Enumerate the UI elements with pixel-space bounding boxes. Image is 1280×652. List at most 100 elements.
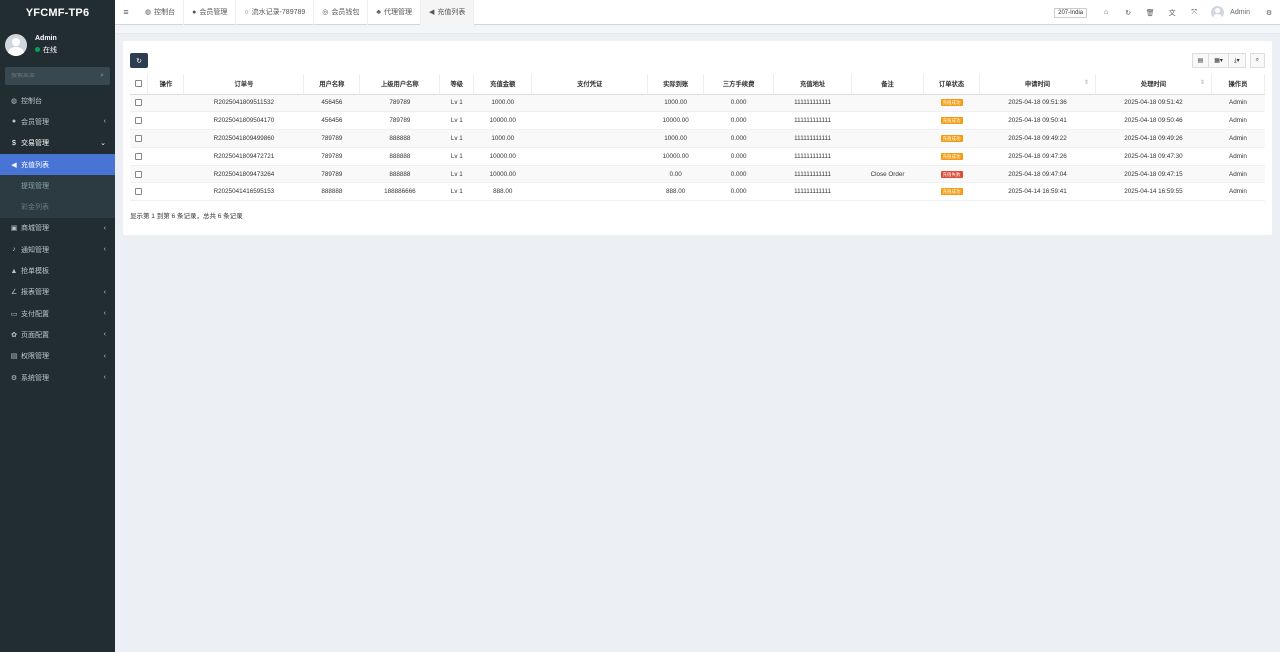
column-header: 订单号 (183, 74, 305, 95)
content-header-strip (115, 25, 1280, 34)
sidebar-item-5[interactable]: 彩金列表 (0, 196, 115, 218)
nav-tab-icon: ● (192, 8, 197, 16)
table-cell: 充值成功 (923, 129, 980, 148)
sidebar-item-label: 交易管理 (21, 140, 49, 148)
table-cell: 2025-04-18 09:47:26 (979, 147, 1096, 166)
sidebar-item-label: 系统管理 (21, 374, 49, 382)
table-cell: 111111111111 (773, 129, 852, 148)
fullscreen-icon[interactable]: ⤧ (1183, 9, 1205, 17)
sidebar-item-0[interactable]: ◍ 控制台 (0, 90, 115, 111)
sidebar-item-icon: ⚙ (10, 374, 18, 382)
table-cell: Admin (1211, 182, 1265, 202)
table-cell: 888888 (303, 182, 360, 202)
nav-tabs: ◍ 控制台 ● 会员管理 ○ 流水记录-789789 ◎ 会员钱包 ♣ 代理管理 ◀ 充值列表 (137, 0, 475, 25)
sidebar-item-label: 商城管理 (21, 225, 49, 233)
app-logo[interactable]: YFCM F-TP6 (0, 0, 115, 25)
column-header[interactable]: 处理时间 (1095, 74, 1212, 95)
table-cell: 2025-04-18 09:51:42 (1095, 94, 1212, 113)
sidebar-item-1[interactable]: ● 会员管理 ‹ (0, 111, 115, 132)
menu-toggle-icon[interactable]: ≡ (115, 7, 137, 17)
sidebar-item-6[interactable]: ▣ 商城管理 ‹ (0, 218, 115, 239)
table-cell: 1000.00 (647, 129, 704, 148)
search-toggle-button[interactable]: ⌕ (1249, 53, 1265, 68)
nav-tab-label: 流水记录-789789 (251, 9, 306, 16)
table-cell: Admin (1211, 129, 1265, 148)
table-cell (147, 94, 184, 113)
nav-tab-4[interactable]: ♣ 代理管理 (368, 0, 421, 25)
row-checkbox[interactable] (135, 188, 143, 196)
sidebar-item-label: 抢单模板 (21, 268, 49, 276)
table-cell: 789789 (303, 147, 360, 166)
table-cell: 0.000 (703, 129, 774, 148)
sidebar-item-3[interactable]: ◀ 充值列表 (0, 153, 115, 176)
table-cell: 10000.00 (647, 147, 704, 166)
refresh-icon[interactable]: ↻ (1117, 9, 1139, 17)
table-cell: 2025-04-18 09:50:41 (979, 111, 1096, 131)
export-button[interactable]: ⤓▾ (1228, 53, 1246, 68)
table-cell: 456456 (303, 111, 360, 131)
user-name: Admin (35, 34, 57, 42)
nav-tab-icon: ◎ (322, 9, 329, 16)
trash-icon[interactable]: 🗑 (1139, 9, 1161, 17)
table-cell: 888888 (359, 147, 440, 166)
table-cell: Lv 1 (439, 147, 474, 166)
status-badge: 充值成功 (940, 134, 963, 142)
top-avatar[interactable] (1211, 6, 1225, 19)
user-status-text: 在线 (43, 46, 57, 54)
sidebar-item-2[interactable]: $ 交易管理 ⌄ (0, 133, 115, 154)
sidebar-item-icon: ▤ (10, 353, 18, 361)
table-cell: 充值失败 (923, 165, 980, 184)
column-header: 操作 (147, 74, 185, 95)
row-checkbox[interactable] (135, 134, 143, 142)
table-cell (147, 182, 184, 202)
table-row: R2025041809504170 456456 789789 Lv 1 10000.0… (130, 111, 1265, 131)
region-selector[interactable]: 207-India (1054, 7, 1088, 18)
table-cell: Lv 1 (439, 182, 474, 202)
table-cell: Lv 1 (439, 94, 474, 113)
sidebar-item-13[interactable]: ⚙ 系统管理 ‹ (0, 367, 115, 388)
row-checkbox[interactable] (135, 152, 143, 160)
table-cell (147, 165, 184, 184)
column-header: 用户名称 (303, 74, 361, 95)
sidebar-item-11[interactable]: ✿ 页面配置 ‹ (0, 324, 115, 345)
home-icon[interactable]: ⌂ (1095, 9, 1117, 16)
table-cell: 充值成功 (923, 147, 980, 166)
sidebar-item-label: 通知管理 (21, 246, 49, 254)
sidebar-item-label: 支付配置 (21, 310, 49, 318)
view-toggle-button[interactable]: ▤ (1191, 53, 1210, 68)
table-row: R2025041416595153 888888 188886666 Lv 1 888.… (130, 182, 1265, 202)
sidebar-item-10[interactable]: ▭ 支付配置 ‹ (0, 303, 115, 324)
sidebar-item-4[interactable]: 提现管理 (0, 175, 115, 197)
status-badge: 充值失败 (940, 170, 963, 178)
sidebar-item-label: 彩金列表 (21, 204, 49, 212)
columns-button[interactable]: ▦▾ (1209, 53, 1229, 68)
table-cell: Close Order (851, 165, 924, 184)
row-checkbox[interactable] (135, 170, 143, 178)
row-checkbox[interactable] (135, 117, 143, 125)
translate-icon[interactable]: 文 (1161, 8, 1183, 18)
nav-tab-label: 充值列表 (437, 9, 466, 16)
nav-tab-3[interactable]: ◎ 会员钱包 (314, 0, 369, 25)
refresh-button[interactable]: ↻ (130, 53, 148, 68)
sidebar-item-8[interactable]: ▲ 抢单模板 (0, 260, 115, 281)
sidebar-item-label: 提现管理 (21, 182, 49, 190)
sidebar-item-12[interactable]: ▤ 权限管理 ‹ (0, 346, 115, 367)
top-user-name[interactable]: Admin (1230, 9, 1250, 16)
select-all-checkbox[interactable] (135, 80, 143, 88)
table-cell: 2025-04-18 09:47:15 (1095, 165, 1212, 184)
sidebar-item-9[interactable]: ∠ 报表管理 ‹ (0, 282, 115, 303)
nav-tab-5[interactable]: ◀ 充值列表 (420, 0, 475, 25)
nav-tab-0[interactable]: ◍ 控制台 (137, 0, 185, 25)
table-cell: 2025-04-18 09:47:04 (979, 165, 1096, 184)
sidebar-search-input[interactable] (11, 73, 101, 79)
row-checkbox[interactable] (135, 99, 143, 107)
column-header[interactable]: 申请时间 (979, 74, 1096, 95)
settings-icon[interactable]: ⚙ (1258, 9, 1280, 17)
nav-tab-2[interactable]: ○ 流水记录-789789 (236, 0, 315, 25)
sidebar-item-7[interactable]: ♪ 通知管理 ‹ (0, 239, 115, 260)
nav-tab-1[interactable]: ● 会员管理 (184, 0, 237, 25)
column-header: 订单状态 (923, 74, 980, 95)
nav-tab-label: 会员管理 (199, 9, 228, 16)
sidebar: YFCMF-TP6 Admin 在线 ⌕ ◍控制台 ● 会员管理 ‹ $ 交易管理 ⌄ ◀ 充值… (0, 0, 115, 652)
search-icon[interactable]: ⌕ (100, 72, 104, 80)
